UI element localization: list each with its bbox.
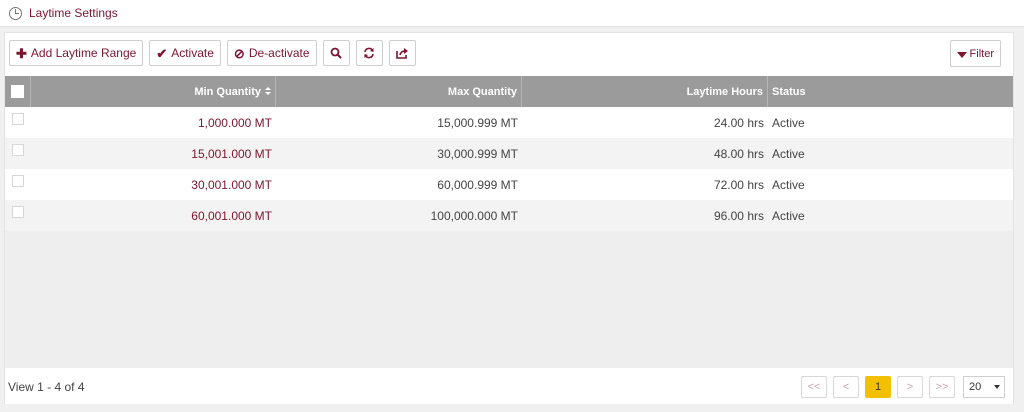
deactivate-button[interactable]: ⊘ De-activate [226, 40, 317, 66]
page-title: Laytime Settings [29, 6, 118, 20]
first-page-button[interactable]: << [801, 376, 827, 398]
table-row[interactable]: 15,001.000 MT 30,000.999 MT 48.00 hrs Ac… [5, 138, 1013, 169]
column-min-quantity[interactable]: Min Quantity [31, 76, 276, 107]
column-min-quantity-label: Min Quantity [194, 85, 261, 98]
status-cell: Active [772, 115, 805, 130]
min-quantity-cell: 60,001.000 MT [191, 208, 272, 223]
activate-label: Activate [171, 46, 214, 60]
laytime-hours-cell: 72.00 hrs [713, 177, 764, 192]
page-size-select[interactable]: 20 [963, 376, 1005, 398]
min-quantity-cell: 1,000.000 MT [197, 115, 272, 130]
export-button[interactable] [388, 40, 416, 66]
search-button[interactable] [322, 40, 350, 66]
max-quantity-cell: 15,000.999 MT [437, 115, 518, 130]
select-all-cell [5, 76, 31, 107]
check-icon: ✔ [156, 45, 168, 61]
row-checkbox[interactable] [12, 205, 24, 218]
table-row[interactable]: 60,001.000 MT 100,000.000 MT 96.00 hrs A… [5, 200, 1013, 231]
plus-icon: ✚ [16, 45, 27, 61]
grid-header: Min Quantity Max Quantity Laytime Hours … [5, 76, 1013, 107]
activate-button[interactable]: ✔ Activate [149, 40, 221, 66]
record-count-text: View 1 - 4 of 4 [8, 380, 85, 394]
prev-page-button[interactable]: < [833, 376, 859, 398]
select-all-checkbox[interactable] [11, 85, 24, 98]
column-status[interactable]: Status [768, 76, 1013, 107]
refresh-icon [364, 47, 374, 59]
ban-icon: ⊘ [233, 45, 245, 61]
add-laytime-range-label: Add Laytime Range [30, 46, 137, 60]
laytime-panel: ✚ Add Laytime Range ✔ Activate ⊘ De-acti… [4, 32, 1014, 404]
min-quantity-cell: 15,001.000 MT [191, 146, 272, 161]
max-quantity-cell: 30,000.999 MT [437, 146, 518, 161]
export-icon [395, 48, 408, 59]
row-checkbox[interactable] [12, 112, 24, 125]
min-quantity-cell: 30,001.000 MT [191, 177, 272, 192]
funnel-icon [956, 51, 967, 58]
table-row[interactable]: 30,001.000 MT 60,000.999 MT 72.00 hrs Ac… [5, 169, 1013, 200]
status-cell: Active [772, 146, 805, 161]
status-cell: Active [772, 208, 805, 223]
page-size-value: 20 [969, 381, 982, 393]
grid-empty-area [5, 231, 1013, 368]
max-quantity-cell: 60,000.999 MT [437, 177, 518, 192]
laytime-hours-cell: 48.00 hrs [713, 146, 764, 161]
row-checkbox[interactable] [12, 174, 24, 187]
status-cell: Active [772, 177, 805, 192]
clock-icon [9, 6, 22, 20]
next-page-button[interactable]: > [897, 376, 923, 398]
current-page-button[interactable]: 1 [865, 376, 891, 398]
last-page-button[interactable]: >> [929, 376, 955, 398]
max-quantity-cell: 100,000.000 MT [430, 208, 518, 223]
search-icon [330, 47, 342, 59]
filter-button[interactable]: Filter [949, 40, 1001, 67]
caret-down-icon [994, 385, 1000, 389]
laytime-hours-cell: 24.00 hrs [713, 115, 764, 130]
column-laytime-hours[interactable]: Laytime Hours [522, 76, 768, 107]
laytime-hours-cell: 96.00 hrs [713, 208, 764, 223]
row-checkbox[interactable] [12, 143, 24, 156]
toolbar: ✚ Add Laytime Range ✔ Activate ⊘ De-acti… [9, 40, 416, 66]
column-max-quantity[interactable]: Max Quantity [276, 76, 522, 107]
add-laytime-range-button[interactable]: ✚ Add Laytime Range [9, 40, 144, 66]
sort-icon [265, 87, 271, 96]
deactivate-label: De-activate [248, 46, 310, 60]
table-row[interactable]: 1,000.000 MT 15,000.999 MT 24.00 hrs Act… [5, 107, 1013, 138]
column-status-label: Status [772, 85, 806, 98]
laytime-grid: Min Quantity Max Quantity Laytime Hours … [5, 76, 1013, 231]
column-max-quantity-label: Max Quantity [447, 85, 517, 98]
grid-footer: View 1 - 4 of 4 << < 1 > >> 20 [5, 370, 1013, 404]
pagination: << < 1 > >> 20 [801, 376, 1013, 398]
refresh-button[interactable] [355, 40, 383, 66]
filter-label: Filter [969, 47, 994, 60]
page-header: Laytime Settings [0, 0, 1024, 27]
column-laytime-hours-label: Laytime Hours [686, 85, 763, 98]
